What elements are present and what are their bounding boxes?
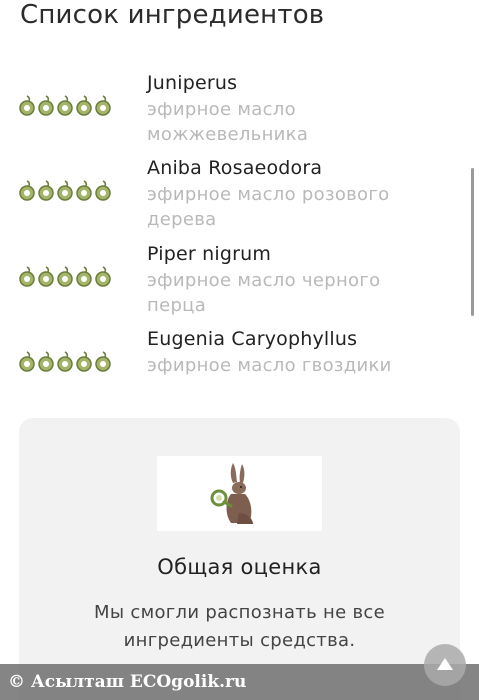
olive-icon (95, 266, 111, 287)
olive-icon (57, 95, 73, 116)
olive-icon (57, 351, 73, 372)
scrollbar[interactable] (471, 168, 474, 316)
olive-icon (76, 180, 92, 201)
rating (18, 265, 112, 287)
olive-icon (38, 351, 54, 372)
olive-icon (38, 95, 54, 116)
olive-icon (76, 266, 92, 287)
olive-icon (38, 266, 54, 287)
ingredient-name: Eugenia Caryophyllus (147, 328, 358, 350)
olive-icon (95, 95, 111, 116)
olive-icon (76, 95, 92, 116)
ingredient-item[interactable]: Aniba Rosaeodora эфирное масло розового … (0, 153, 479, 237)
olive-icon (19, 180, 35, 201)
ingredient-description-line: эфирное масло гвоздики (147, 355, 392, 376)
olive-icon (38, 180, 54, 201)
arrow-up-icon (437, 658, 453, 670)
ingredient-description-line: перца (147, 295, 207, 316)
ingredient-description: эфирное масло гвоздики (147, 353, 447, 378)
ingredient-description-line: дерева (147, 209, 217, 230)
rating (18, 179, 112, 201)
olive-icon (95, 351, 111, 372)
ingredient-description-line: эфирное масло черного (147, 270, 381, 291)
olive-icon (95, 180, 111, 201)
footer-watermark: © Асылташ ECOgolik.ru (0, 664, 479, 700)
rabbit-magnifier-icon (210, 463, 253, 524)
ingredient-description: эфирное масло черного перца (147, 268, 447, 318)
ingredient-name: Juniperus (147, 72, 238, 94)
rating (18, 94, 112, 116)
ingredient-description-line: можжевельника (147, 124, 309, 145)
page-title: Список ингредиентов (20, 0, 325, 30)
ingredient-description-line: эфирное масло розового (147, 184, 390, 205)
ingredient-item[interactable]: Juniperus эфирное масло можжевельника (0, 68, 479, 152)
summary-card: Общая оценка Мы смогли распознать не все… (19, 418, 460, 700)
ingredient-description-line: эфирное масло (147, 99, 296, 120)
copyright-text: © Асылташ ECOgolik.ru (8, 672, 247, 692)
ingredient-item[interactable]: Piper nigrum эфирное масло черного перца (0, 239, 479, 323)
card-title: Общая оценка (157, 555, 322, 579)
ingredient-name: Aniba Rosaeodora (147, 157, 323, 179)
scroll-top-button[interactable] (424, 644, 466, 686)
ingredient-item[interactable]: Eugenia Caryophyllus эфирное масло гвозд… (0, 324, 479, 408)
ingredient-description: эфирное масло можжевельника (147, 97, 447, 147)
olive-icon (19, 351, 35, 372)
olive-icon (57, 266, 73, 287)
olive-icon (19, 95, 35, 116)
ingredient-description: эфирное масло розового дерева (147, 182, 447, 232)
olive-icon (19, 266, 35, 287)
rating (18, 350, 112, 372)
olive-icon (57, 180, 73, 201)
card-text: Мы смогли распознать не все ингредиенты … (94, 602, 385, 651)
ingredient-name: Piper nigrum (147, 243, 272, 265)
olive-icon (76, 351, 92, 372)
logo (157, 456, 322, 531)
